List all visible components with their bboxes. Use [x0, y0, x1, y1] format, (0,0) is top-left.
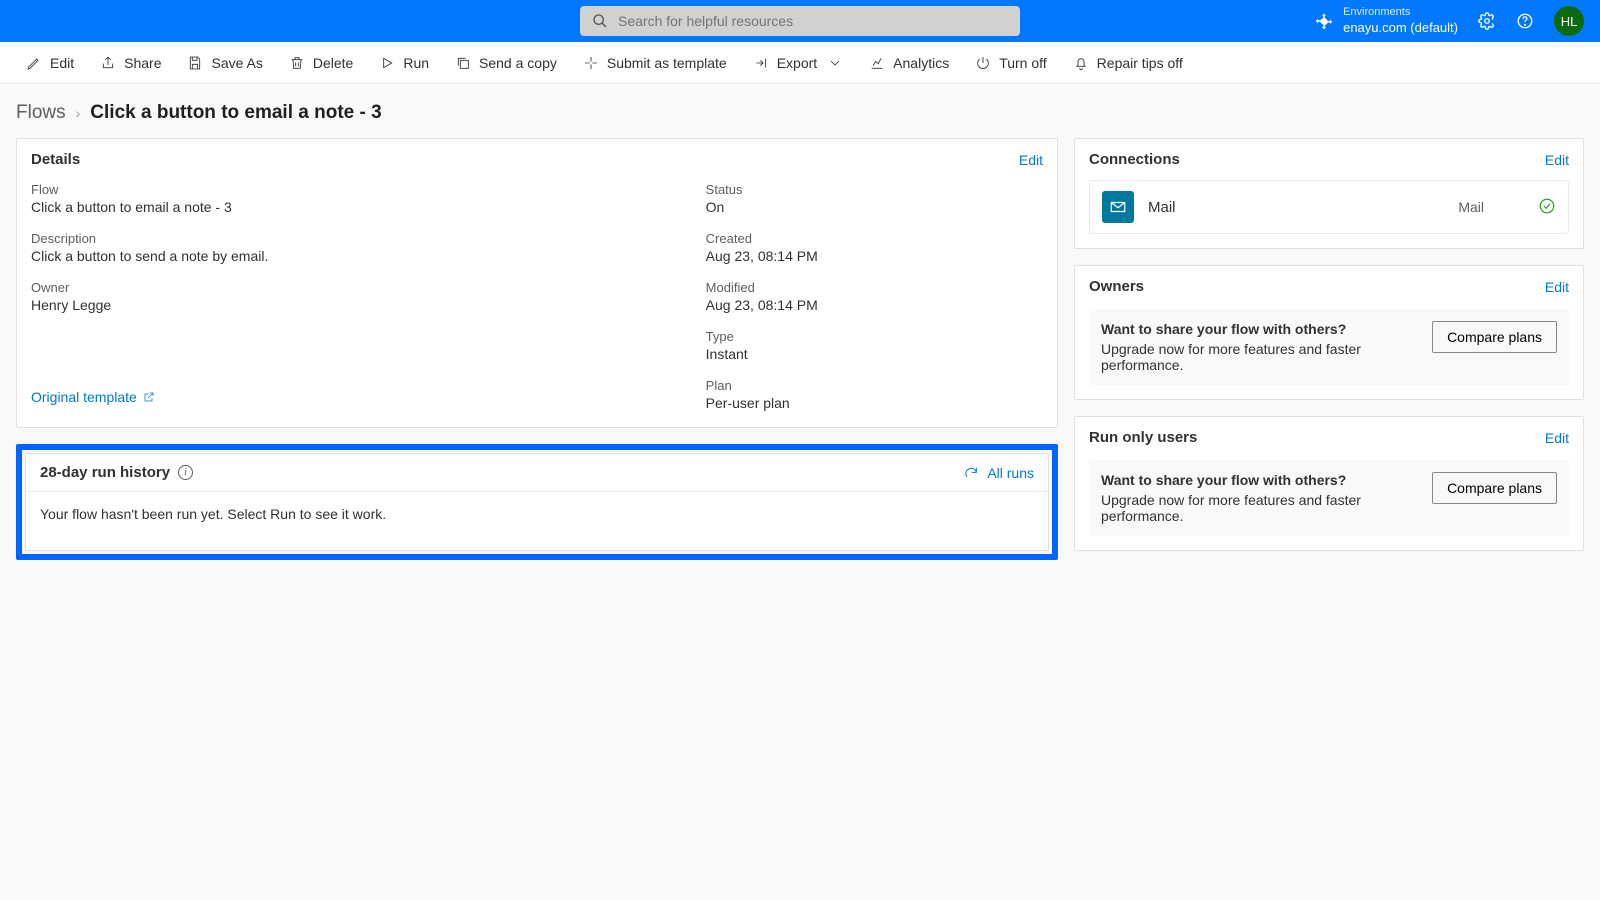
environment-picker[interactable]: Environments enayu.com (default) — [1315, 5, 1458, 36]
owners-title: Owners — [1089, 278, 1144, 295]
field-value-description: Click a button to send a note by email. — [31, 248, 706, 264]
upsell-sub: Upgrade now for more features and faster… — [1101, 341, 1416, 373]
field-label-description: Description — [31, 231, 706, 246]
details-title: Details — [31, 151, 80, 168]
info-icon[interactable]: i — [178, 465, 193, 480]
send-copy-button[interactable]: Send a copy — [445, 49, 567, 77]
field-label-owner: Owner — [31, 280, 706, 295]
details-edit-link[interactable]: Edit — [1019, 152, 1043, 168]
run-button[interactable]: Run — [369, 49, 439, 77]
checkmark-circle-icon — [1538, 197, 1556, 215]
save-icon — [187, 55, 203, 71]
upsell-heading: Want to share your flow with others? — [1101, 321, 1416, 337]
field-value-modified: Aug 23, 08:14 PM — [706, 297, 1043, 313]
avatar[interactable]: HL — [1554, 6, 1584, 36]
field-value-status: On — [706, 199, 1043, 215]
run-only-upsell: Want to share your flow with others? Upg… — [1089, 460, 1569, 536]
play-icon — [379, 55, 395, 71]
field-label-type: Type — [706, 329, 1043, 344]
chevron-down-icon — [827, 55, 843, 71]
connection-name: Mail — [1148, 199, 1176, 216]
connections-card: Connections Edit Mail Mail — [1074, 138, 1584, 249]
repair-tips-button[interactable]: Repair tips off — [1063, 49, 1193, 77]
field-value-owner: Henry Legge — [31, 297, 706, 313]
environment-label: Environments — [1343, 5, 1458, 19]
turn-off-button[interactable]: Turn off — [965, 49, 1056, 77]
owners-upsell: Want to share your flow with others? Upg… — [1089, 309, 1569, 385]
page-title: Click a button to email a note - 3 — [90, 102, 381, 124]
field-label-plan: Plan — [706, 378, 1043, 393]
bell-icon — [1073, 55, 1089, 71]
field-label-created: Created — [706, 231, 1043, 246]
upsell-heading-2: Want to share your flow with others? — [1101, 472, 1416, 488]
details-card: Details Edit Flow Click a button to email… — [16, 138, 1058, 428]
search-icon — [592, 13, 608, 29]
breadcrumb-separator: › — [76, 105, 81, 121]
run-history-empty: Your flow hasn't been run yet. Select Ru… — [26, 492, 1048, 550]
export-button[interactable]: Export — [743, 49, 853, 77]
mail-icon — [1102, 191, 1134, 223]
search-container[interactable] — [580, 6, 1020, 36]
share-button[interactable]: Share — [90, 49, 171, 77]
upsell-sub-2: Upgrade now for more features and faster… — [1101, 492, 1416, 524]
environment-icon — [1315, 12, 1333, 30]
save-as-button[interactable]: Save As — [177, 49, 272, 77]
run-only-title: Run only users — [1089, 429, 1197, 446]
pencil-icon — [26, 55, 42, 71]
search-input[interactable] — [618, 13, 1008, 29]
refresh-icon — [963, 465, 979, 481]
submit-template-button[interactable]: Submit as template — [573, 49, 737, 77]
owners-card: Owners Edit Want to share your flow with… — [1074, 265, 1584, 400]
delete-button[interactable]: Delete — [279, 49, 363, 77]
compare-plans-button[interactable]: Compare plans — [1432, 321, 1557, 353]
gear-icon[interactable] — [1478, 12, 1496, 30]
compare-plans-button-2[interactable]: Compare plans — [1432, 472, 1557, 504]
command-bar: Edit Share Save As Delete Run Send a cop… — [0, 42, 1600, 84]
run-only-card: Run only users Edit Want to share your f… — [1074, 416, 1584, 551]
field-value-plan: Per-user plan — [706, 395, 1043, 411]
owners-edit-link[interactable]: Edit — [1545, 279, 1569, 295]
power-icon — [975, 55, 991, 71]
help-icon[interactable] — [1516, 12, 1534, 30]
run-only-edit-link[interactable]: Edit — [1545, 430, 1569, 446]
run-history-highlight: 28-day run history i All runs Your flow … — [16, 444, 1058, 560]
field-value-type: Instant — [706, 346, 1043, 362]
connections-title: Connections — [1089, 151, 1180, 168]
connection-status — [1538, 197, 1556, 218]
field-value-flow: Click a button to email a note - 3 — [31, 199, 706, 215]
trash-icon — [289, 55, 305, 71]
field-value-created: Aug 23, 08:14 PM — [706, 248, 1043, 264]
original-template-link[interactable]: Original template — [31, 389, 706, 405]
environment-value: enayu.com (default) — [1343, 20, 1458, 37]
share-icon — [100, 55, 116, 71]
breadcrumb-root[interactable]: Flows — [16, 102, 66, 124]
connections-edit-link[interactable]: Edit — [1545, 152, 1569, 168]
run-history-title: 28-day run history — [40, 464, 170, 481]
field-label-flow: Flow — [31, 182, 706, 197]
field-label-modified: Modified — [706, 280, 1043, 295]
template-icon — [583, 55, 599, 71]
export-icon — [753, 55, 769, 71]
external-link-icon — [143, 391, 155, 403]
copy-icon — [455, 55, 471, 71]
field-label-status: Status — [706, 182, 1043, 197]
run-history-card: 28-day run history i All runs Your flow … — [25, 453, 1049, 551]
connection-type: Mail — [1458, 199, 1484, 215]
breadcrumb: Flows › Click a button to email a note -… — [0, 84, 1600, 138]
all-runs-link[interactable]: All runs — [963, 465, 1034, 481]
analytics-icon — [869, 55, 885, 71]
top-header: Environments enayu.com (default) HL — [0, 0, 1600, 42]
analytics-button[interactable]: Analytics — [859, 49, 959, 77]
connection-item[interactable]: Mail Mail — [1089, 180, 1569, 234]
edit-button[interactable]: Edit — [16, 49, 84, 77]
